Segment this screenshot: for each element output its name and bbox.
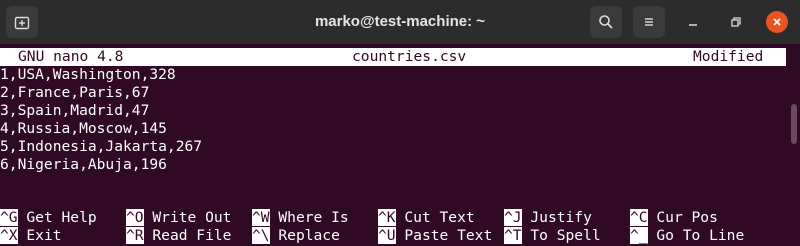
shortcut-where-is: ^W Where Is bbox=[252, 209, 349, 227]
shortcut-key: ^U bbox=[378, 227, 396, 244]
terminal-scrollbar[interactable] bbox=[786, 44, 800, 246]
shortcut-label: Exit bbox=[26, 227, 62, 244]
shortcut-label: Where Is bbox=[278, 209, 349, 226]
new-tab-button[interactable] bbox=[6, 6, 38, 38]
shortcut-label: Replace bbox=[278, 227, 340, 244]
file-line[interactable]: 6,Nigeria,Abuja,196 bbox=[0, 156, 167, 174]
shortcut-label: To Spell bbox=[530, 227, 601, 244]
shortcut-cut-text: ^K Cut Text bbox=[378, 209, 475, 227]
shortcut-key: ^_ bbox=[630, 227, 648, 244]
nano-header-bar: GNU nano 4.8 countries.csv Modified bbox=[0, 48, 786, 66]
shortcut-label: Get Help bbox=[26, 209, 97, 226]
window-titlebar: marko@test-machine: ~ bbox=[0, 0, 800, 44]
close-button[interactable] bbox=[766, 11, 788, 33]
file-line[interactable]: 4,Russia,Moscow,145 bbox=[0, 120, 167, 138]
shortcut-label: Read File bbox=[152, 227, 232, 244]
menu-button[interactable] bbox=[633, 6, 665, 38]
shortcut-go-to-line: ^_ Go To Line bbox=[630, 227, 744, 245]
file-line[interactable]: 3,Spain,Madrid,47 bbox=[0, 102, 149, 120]
shortcut-read-file: ^R Read File bbox=[126, 227, 231, 245]
shortcut-label: Paste Text bbox=[404, 227, 493, 244]
file-name: countries.csv bbox=[352, 48, 467, 65]
window-title: marko@test-machine: ~ bbox=[314, 13, 486, 30]
shortcut-key: ^G bbox=[0, 209, 18, 226]
shortcut-label: Cur Pos bbox=[656, 209, 718, 226]
shortcut-paste-text: ^U Paste Text bbox=[378, 227, 492, 245]
shortcut-exit: ^X Exit bbox=[0, 227, 62, 245]
maximize-button[interactable] bbox=[725, 11, 747, 33]
shortcut-key: ^O bbox=[126, 209, 144, 226]
shortcut-replace: ^\ Replace bbox=[252, 227, 340, 245]
shortcut-to-spell: ^T To Spell bbox=[504, 227, 601, 245]
shortcut-cur-pos: ^C Cur Pos bbox=[630, 209, 718, 227]
shortcut-label: Justify bbox=[530, 209, 592, 226]
modified-status: Modified bbox=[693, 48, 764, 65]
file-line[interactable]: 5,Indonesia,Jakarta,267 bbox=[0, 138, 202, 156]
search-icon bbox=[599, 15, 613, 29]
shortcut-label: Write Out bbox=[152, 209, 232, 226]
minimize-button[interactable] bbox=[682, 11, 704, 33]
nano-version: GNU nano 4.8 bbox=[18, 48, 124, 65]
search-button[interactable] bbox=[590, 6, 622, 38]
shortcut-label: Cut Text bbox=[404, 209, 475, 226]
shortcut-key: ^\ bbox=[252, 227, 270, 244]
hamburger-menu-icon bbox=[645, 18, 653, 26]
shortcut-key: ^K bbox=[378, 209, 396, 226]
shortcut-justify: ^J Justify bbox=[504, 209, 592, 227]
shortcut-key: ^R bbox=[126, 227, 144, 244]
shortcut-label: Go To Line bbox=[656, 227, 745, 244]
shortcut-key: ^W bbox=[252, 209, 270, 226]
shortcut-write-out: ^O Write Out bbox=[126, 209, 231, 227]
terminal-area[interactable]: GNU nano 4.8 countries.csv Modified 1,US… bbox=[0, 44, 786, 246]
new-tab-icon bbox=[14, 16, 30, 30]
shortcut-get-help: ^G Get Help bbox=[0, 209, 97, 227]
shortcut-key: ^T bbox=[504, 227, 522, 244]
file-line[interactable]: 1,USA,Washington,328 bbox=[0, 66, 176, 84]
shortcut-key: ^C bbox=[630, 209, 648, 226]
shortcut-key: ^J bbox=[504, 209, 522, 226]
close-icon bbox=[773, 18, 781, 26]
minimize-icon bbox=[689, 24, 697, 26]
shortcut-key: ^X bbox=[0, 227, 18, 244]
scrollbar-thumb[interactable] bbox=[791, 104, 797, 144]
restore-icon bbox=[731, 17, 741, 27]
file-line[interactable]: 2,France,Paris,67 bbox=[0, 84, 149, 102]
